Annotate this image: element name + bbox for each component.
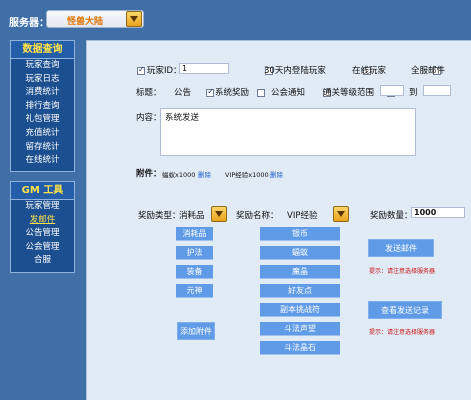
sidebar-section-title: GM 工具: [11, 182, 74, 200]
sidebar-section-title: 数据查询: [11, 41, 74, 59]
reward-type-label: 奖励类型：: [138, 211, 181, 221]
mail-panel: 玩家ID： 1 30天内登陆玩家 在线玩家 全服邮件 标题： 公告 系统奖励 公…: [86, 40, 471, 400]
remove-attach-link[interactable]: 删除: [198, 169, 211, 179]
content-textarea[interactable]: 系统发送: [160, 108, 416, 156]
sidebar-item-player-manage[interactable]: 玩家管理: [11, 200, 74, 214]
reward-name-value: VIP经验: [287, 211, 318, 221]
range-to-label: 到: [409, 88, 418, 98]
sidebar-item-consume-stats[interactable]: 消费统计: [11, 86, 74, 100]
tip-text: 提示：请注意选择服务器: [369, 329, 436, 336]
sidebar-item-ranking[interactable]: 排行查询: [11, 100, 74, 114]
online-label: 在线玩家: [352, 66, 387, 76]
attach-label: 附件：: [136, 169, 162, 179]
sidebar-item-merge-server[interactable]: 合服: [11, 254, 74, 268]
reward-name-option[interactable]: 斗法晶石: [260, 341, 340, 355]
server-label: 服务器：: [9, 18, 49, 29]
reward-name-option[interactable]: 魔晶: [260, 265, 340, 279]
reward-type-option[interactable]: 元神: [176, 284, 213, 298]
sidebar-item-player-log[interactable]: 玩家日志: [11, 73, 74, 87]
reward-type-option[interactable]: 消耗品: [176, 227, 213, 241]
sidebar-item-online[interactable]: 在线统计: [11, 154, 74, 168]
send-mail-button[interactable]: 发送邮件: [368, 239, 434, 257]
title-clear-label: 通关等级范围: [323, 88, 375, 98]
reward-type-dropdown-button[interactable]: [211, 206, 227, 222]
chevron-down-icon: [215, 211, 223, 217]
sidebar-item-recharge[interactable]: 充值统计: [11, 127, 74, 141]
tip-text: 提示：请注意选择服务器: [369, 268, 436, 275]
sidebar-data-query: 数据查询 玩家查询 玩家日志 消费统计 排行查询 礼包管理 充值统计 留存统计 …: [10, 40, 75, 172]
reward-name-option[interactable]: 斗法声望: [260, 322, 340, 336]
reward-name-dropdown-button[interactable]: [333, 206, 349, 222]
sidebar-item-gift[interactable]: 礼包管理: [11, 113, 74, 127]
sidebar-item-guild[interactable]: 公会管理: [11, 241, 74, 255]
title-notice-label: 公告: [174, 88, 192, 98]
reward-name-label: 奖励名称：: [236, 211, 279, 221]
server-select-value: 怪兽大陆: [66, 17, 103, 27]
chevron-down-icon: [337, 211, 345, 217]
reward-name-option[interactable]: 蝠蚁: [260, 246, 340, 260]
remove-attach-link[interactable]: 删除: [270, 169, 283, 179]
player-id-checkbox[interactable]: [137, 65, 145, 75]
sidebar-gm-tools: GM 工具 玩家管理 发邮件 公告管理 公会管理 合服: [10, 181, 75, 273]
reward-name-option[interactable]: 银币: [260, 227, 340, 241]
title-label: 标题：: [136, 88, 162, 98]
title-reward-label: 系统奖励: [215, 88, 250, 98]
sidebar-item-announcement[interactable]: 公告管理: [11, 227, 74, 241]
view-record-button[interactable]: 查看发送记录: [368, 301, 442, 319]
player-id-input[interactable]: 1: [179, 63, 229, 74]
chevron-down-icon: [130, 16, 138, 22]
sidebar-item-send-mail[interactable]: 发邮件: [11, 214, 74, 228]
attach-item: 蝠蚁x1000: [162, 171, 196, 179]
reward-type-value: 消耗品: [179, 211, 205, 221]
range-from-input[interactable]: [380, 85, 404, 96]
reward-qty-label: 奖励数量：: [370, 211, 413, 221]
reward-type-option[interactable]: 护法: [176, 246, 213, 260]
add-attachment-button[interactable]: 添加附件: [177, 322, 215, 340]
attach-item: VIP经验x1000: [225, 171, 269, 179]
reward-type-option[interactable]: 装备: [176, 265, 213, 279]
server-select[interactable]: 怪兽大陆: [46, 10, 144, 28]
content-label: 内容：: [136, 113, 162, 123]
title-guild-label: 公会通知: [271, 88, 306, 98]
reward-name-option[interactable]: 好友点: [260, 284, 340, 298]
all-mail-label: 全服邮件: [411, 66, 446, 76]
title-notice-checkbox[interactable]: [206, 87, 215, 97]
reward-qty-input[interactable]: 1000: [411, 207, 465, 218]
top-bar: 服务器： 怪兽大陆: [0, 0, 471, 36]
login-30d-label: 30天内登陆玩家: [264, 66, 326, 76]
sidebar-item-retention[interactable]: 留存统计: [11, 141, 74, 155]
reward-name-option[interactable]: 副本挑战符: [260, 303, 340, 317]
player-id-label: 玩家ID：: [147, 66, 182, 76]
sidebar-item-player-query[interactable]: 玩家查询: [11, 59, 74, 73]
range-to-input[interactable]: [423, 85, 451, 96]
server-dropdown-button[interactable]: [126, 11, 142, 27]
title-reward-checkbox[interactable]: [256, 88, 265, 97]
